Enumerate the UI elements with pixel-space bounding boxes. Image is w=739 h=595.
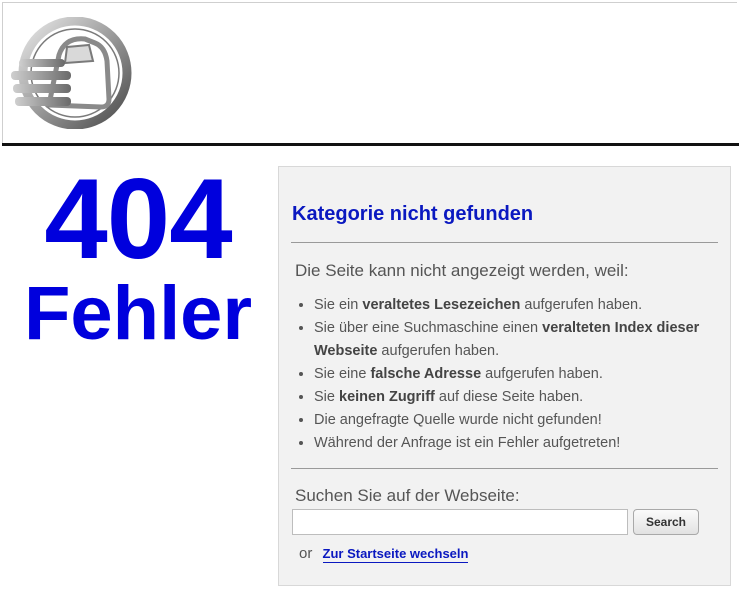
page: 404 Fehler Kategorie nicht gefunden Die … bbox=[0, 0, 739, 595]
reason-emphasis: falsche Adresse bbox=[370, 366, 482, 382]
search-label: Suchen Sie auf der Webseite: bbox=[295, 486, 520, 505]
search-button[interactable]: Search bbox=[633, 509, 699, 535]
panel-title: Kategorie nicht gefunden bbox=[292, 203, 534, 225]
search-input[interactable] bbox=[292, 509, 628, 535]
reason-item: Sie keinen Zugriff auf diese Seite haben… bbox=[314, 386, 724, 409]
reason-emphasis: keinen Zugriff bbox=[339, 389, 435, 405]
reason-text: Die angefragte Quelle wurde nicht gefund… bbox=[314, 412, 602, 428]
reasons-list: Sie ein veraltetes Lesezeichen aufgerufe… bbox=[314, 294, 724, 455]
reason-item: Die angefragte Quelle wurde nicht gefund… bbox=[314, 409, 724, 432]
reason-text: aufgerufen haben. bbox=[481, 366, 603, 382]
site-header bbox=[2, 2, 737, 145]
reason-text: auf diese Seite haben. bbox=[434, 389, 584, 405]
error-code: 404 bbox=[44, 156, 232, 283]
reason-emphasis: veraltetes Lesezeichen bbox=[362, 297, 521, 313]
reason-text: Sie ein bbox=[314, 297, 363, 313]
home-link[interactable]: Zur Startseite wechseln bbox=[322, 546, 469, 563]
or-text: or bbox=[299, 545, 313, 562]
reason-text: aufgerufen haben. bbox=[377, 343, 500, 359]
reason-text: Während der Anfrage ist ein Fehler aufge… bbox=[314, 435, 621, 451]
reason-text: Sie über eine Suchmaschine einen bbox=[314, 320, 543, 336]
reason-text: aufgerufen haben. bbox=[520, 297, 643, 313]
car-logo-icon[interactable] bbox=[9, 17, 135, 129]
error-heading: 404 Fehler bbox=[12, 156, 264, 356]
reason-text: Sie eine bbox=[314, 366, 371, 382]
panel-divider-top bbox=[291, 242, 718, 243]
reason-text: Sie bbox=[314, 389, 339, 405]
reason-item: Während der Anfrage ist ein Fehler aufge… bbox=[314, 432, 724, 455]
reason-item: Sie über eine Suchmaschine einen veralte… bbox=[314, 317, 724, 363]
home-link-row: or Zur Startseite wechseln bbox=[299, 545, 469, 563]
reason-item: Sie eine falsche Adresse aufgerufen habe… bbox=[314, 363, 724, 386]
error-word: Fehler bbox=[23, 271, 253, 356]
header-divider bbox=[2, 143, 739, 146]
error-panel: Kategorie nicht gefunden Die Seite kann … bbox=[278, 166, 731, 586]
panel-divider-bottom bbox=[291, 468, 718, 469]
reasons-intro: Die Seite kann nicht angezeigt werden, w… bbox=[295, 261, 629, 280]
reason-item: Sie ein veraltetes Lesezeichen aufgerufe… bbox=[314, 294, 724, 317]
